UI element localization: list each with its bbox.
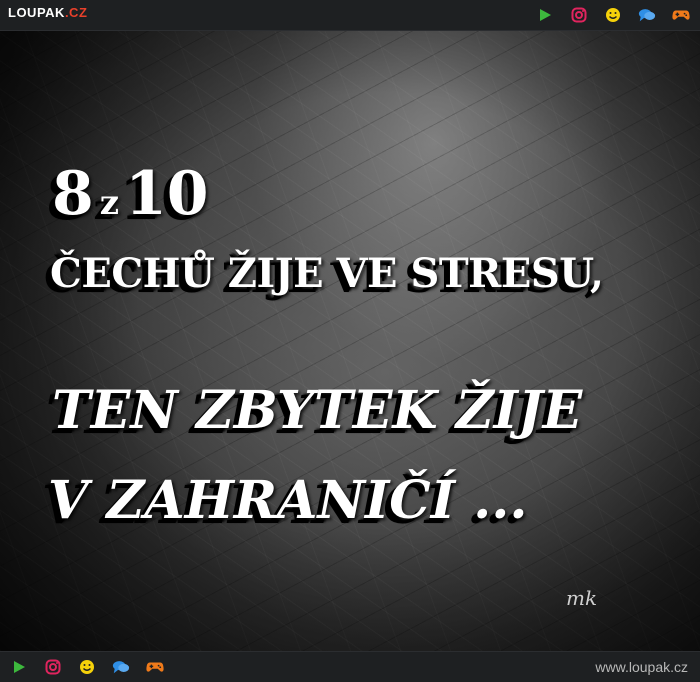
author-signature: mk (566, 586, 598, 610)
stat-number-b: 10 (125, 159, 209, 229)
instagram-icon[interactable] (44, 658, 62, 676)
site-logo[interactable]: LOUPAK.CZ (8, 5, 87, 21)
smiley-icon[interactable] (604, 6, 622, 24)
smiley-icon[interactable] (78, 658, 96, 676)
logo-main: LOUPAK (8, 5, 65, 20)
play-icon[interactable] (10, 658, 28, 676)
poster-image: 8 z 10 ČECHŮ ŽIJE VE STRESU, TEN ZBYTEK ŽI… (0, 31, 700, 651)
punchline-line-2: V ZAHRANIČÍ ... (48, 470, 528, 531)
chat-icon[interactable] (638, 6, 656, 24)
top-bar: LOUPAK.CZ (0, 0, 700, 31)
punchline-line-1: TEN ZBYTEK ŽIJE (52, 380, 583, 441)
instagram-icon[interactable] (570, 6, 588, 24)
bottom-bar: www.loupak.cz (0, 651, 700, 682)
vignette-overlay (0, 31, 700, 651)
logo-tld: .CZ (64, 5, 88, 20)
gamepad-icon[interactable] (672, 6, 690, 24)
play-icon[interactable] (536, 6, 554, 24)
chat-icon[interactable] (112, 658, 130, 676)
headline-stat: 8 z 10 (52, 161, 209, 236)
stat-preposition: z (99, 183, 120, 223)
headline-line-2: ČECHŮ ŽIJE VE STRESU, (50, 250, 604, 297)
bottom-icon-row (10, 658, 164, 676)
top-icon-row (536, 6, 690, 24)
stat-number-a: 8 (52, 159, 94, 229)
gamepad-icon[interactable] (146, 658, 164, 676)
site-url-link[interactable]: www.loupak.cz (595, 659, 688, 675)
